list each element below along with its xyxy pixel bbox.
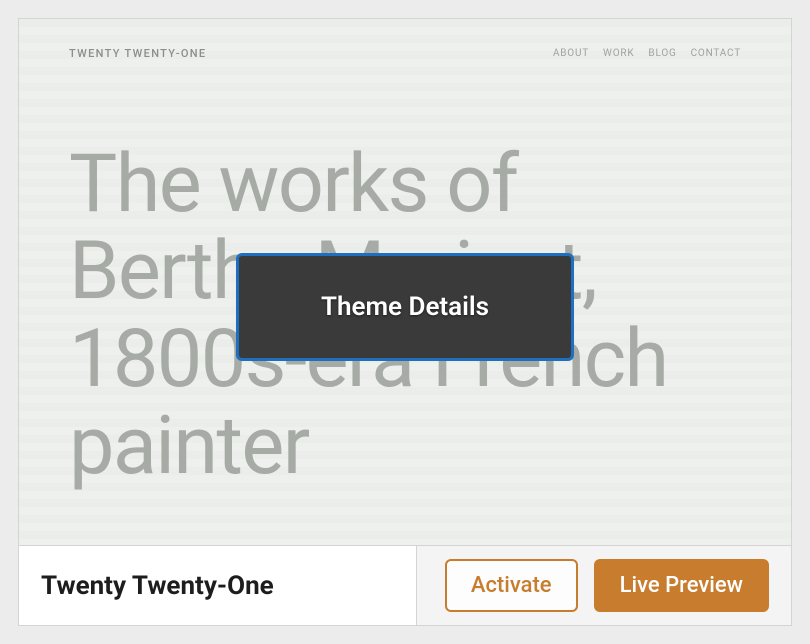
theme-name-cell: Twenty Twenty-One: [19, 546, 417, 625]
screenshot-header: TWENTY TWENTY-ONE ABOUT WORK BLOG CONTAC…: [69, 47, 741, 60]
theme-card: TWENTY TWENTY-ONE ABOUT WORK BLOG CONTAC…: [18, 18, 792, 626]
activate-button[interactable]: Activate: [445, 559, 578, 612]
theme-details-button[interactable]: Theme Details: [236, 253, 574, 361]
screenshot-nav-item: ABOUT: [553, 48, 589, 59]
screenshot-site-title: TWENTY TWENTY-ONE: [69, 47, 206, 60]
screenshot-nav-item: CONTACT: [691, 48, 741, 59]
theme-action-buttons: Activate Live Preview: [417, 546, 791, 625]
screenshot-nav-item: BLOG: [648, 48, 676, 59]
screenshot-nav: ABOUT WORK BLOG CONTACT: [553, 48, 741, 59]
theme-name: Twenty Twenty-One: [41, 571, 274, 601]
screenshot-nav-item: WORK: [603, 48, 634, 59]
theme-action-bar: Twenty Twenty-One Activate Live Preview: [19, 545, 791, 625]
live-preview-button[interactable]: Live Preview: [594, 559, 769, 612]
